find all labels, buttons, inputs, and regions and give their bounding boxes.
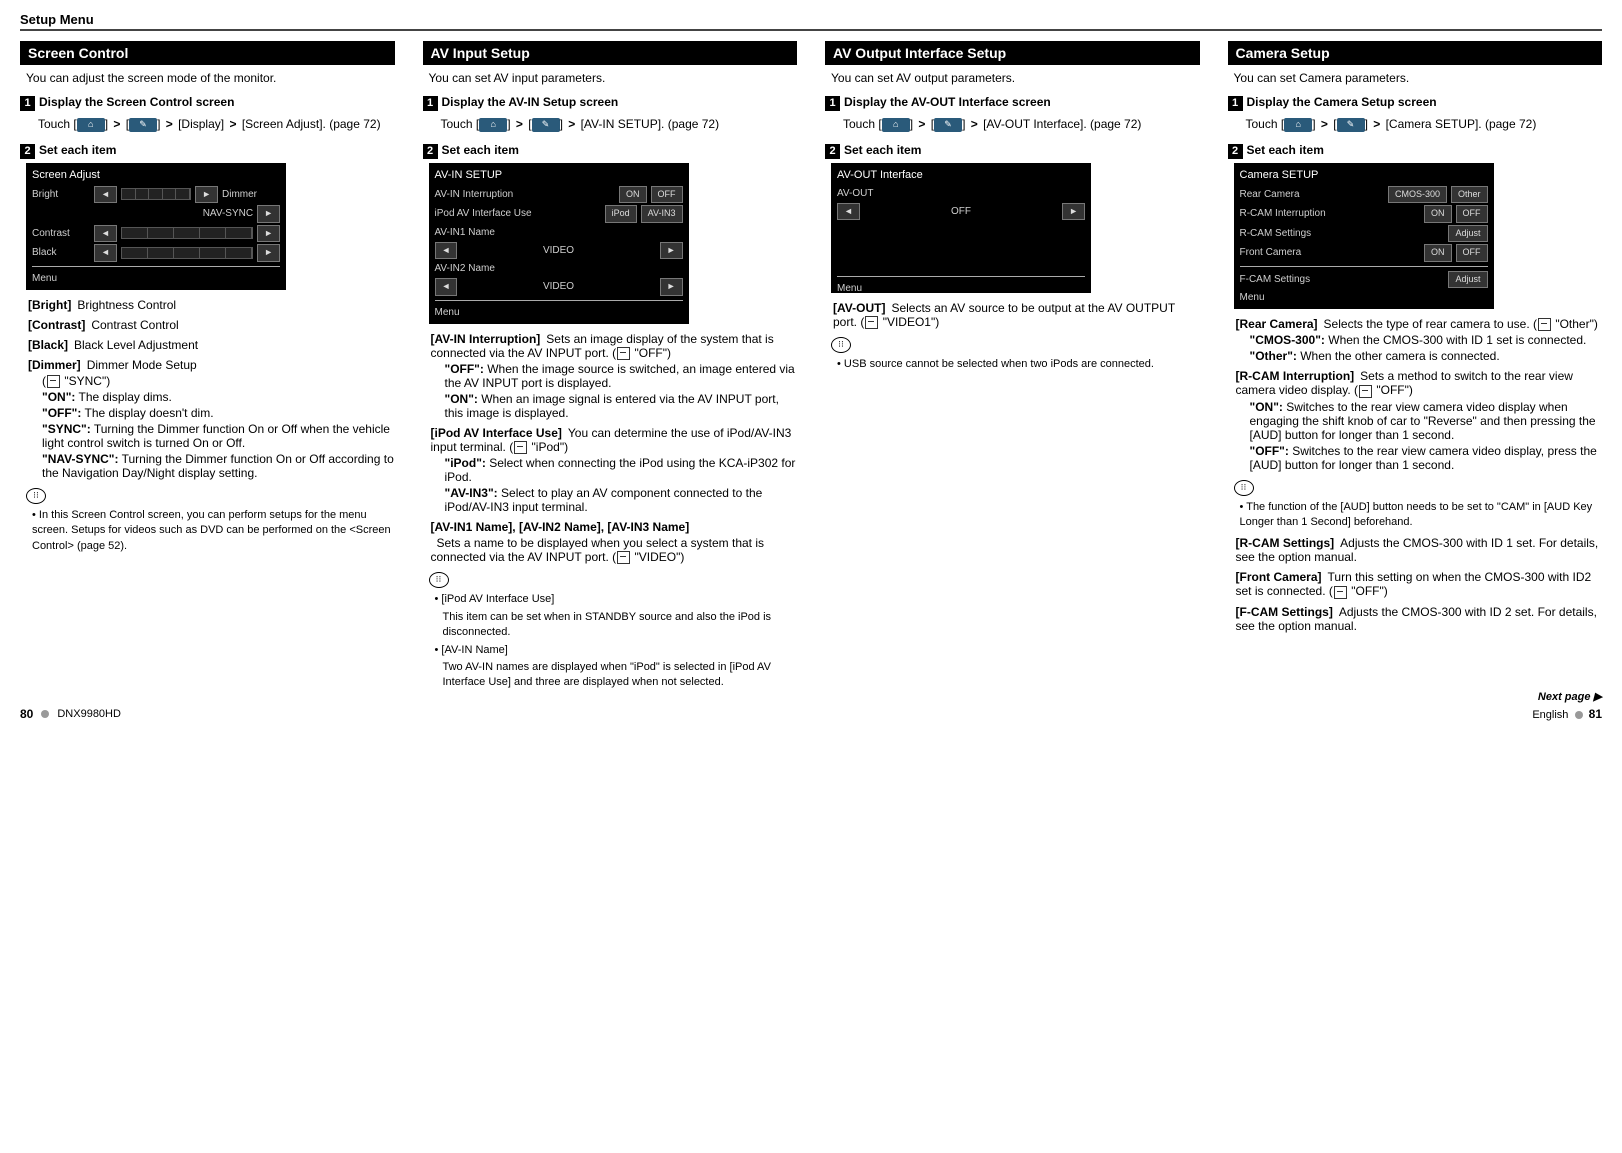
touch-instruction: Touch [⌂] > [✎] > [Display] > [Screen Ad…: [38, 115, 395, 133]
def-dimmer: [Dimmer]Dimmer Mode Setup: [28, 358, 395, 372]
step-1: 1 Display the Screen Control screen: [20, 95, 395, 111]
note-icon: ⁝⁝: [26, 488, 46, 504]
intro-text: You can adjust the screen mode of the mo…: [26, 71, 395, 85]
home-icon: ⌂: [882, 118, 910, 132]
heading-camera-setup: Camera Setup: [1228, 41, 1603, 65]
screenshot-avout: AV-OUT Interface AV-OUT ◄OFF► Menu: [831, 163, 1091, 293]
reference-icon: [1538, 318, 1551, 331]
reference-icon: [617, 347, 630, 360]
dot-icon: [41, 710, 49, 718]
def-black: [Black]Black Level Adjustment: [28, 338, 395, 352]
note-icon: ⁝⁝: [1234, 480, 1254, 496]
heading-av-output: AV Output Interface Setup: [825, 41, 1200, 65]
col-camera-setup: Camera Setup You can set Camera paramete…: [1228, 41, 1603, 693]
home-icon: ⌂: [479, 118, 507, 132]
settings-icon: ✎: [129, 118, 157, 132]
step-number-icon: 2: [423, 144, 438, 159]
dot-icon: [1575, 711, 1583, 719]
page-header: Setup Menu: [20, 12, 94, 27]
home-icon: ⌂: [1284, 118, 1312, 132]
heading-av-input: AV Input Setup: [423, 41, 798, 65]
heading-screen-control: Screen Control: [20, 41, 395, 65]
settings-icon: ✎: [1337, 118, 1365, 132]
reference-icon: [1359, 385, 1372, 398]
def-contrast: [Contrast]Contrast Control: [28, 318, 395, 332]
reference-icon: [47, 375, 60, 388]
settings-icon: ✎: [532, 118, 560, 132]
step-2-label: Set each item: [39, 143, 116, 157]
reference-icon: [865, 316, 878, 329]
step-number-icon: 2: [1228, 144, 1243, 159]
note-icon: ⁝⁝: [831, 337, 851, 353]
screenshot-avin-setup: AV-IN SETUP AV-IN InterruptionONOFF iPod…: [429, 163, 689, 324]
reference-icon: [514, 441, 527, 454]
home-icon: ⌂: [77, 118, 105, 132]
model-label: DNX9980HD: [57, 708, 121, 720]
col-av-input: AV Input Setup You can set AV input para…: [423, 41, 798, 693]
next-page-label: Next page ▶: [1532, 690, 1602, 703]
reference-icon: [1334, 586, 1347, 599]
step-number-icon: 1: [825, 96, 840, 111]
step-number-icon: 2: [825, 144, 840, 159]
page-number-right: 81: [1589, 707, 1602, 721]
step-number-icon: 2: [20, 144, 35, 159]
settings-icon: ✎: [934, 118, 962, 132]
screenshot-screen-adjust: Screen Adjust Bright◄►Dimmer NAV-SYNC► C…: [26, 163, 286, 290]
step-1-label: Display the Screen Control screen: [39, 95, 234, 109]
col-screen-control: Screen Control You can adjust the screen…: [20, 41, 395, 693]
def-bright: [Bright]Brightness Control: [28, 298, 395, 312]
note-text: In this Screen Control screen, you can p…: [32, 508, 395, 554]
top-bar: Setup Menu: [20, 12, 1602, 31]
page-number-left: 80: [20, 707, 33, 721]
note-icon: ⁝⁝: [429, 572, 449, 588]
col-av-output: AV Output Interface Setup You can set AV…: [825, 41, 1200, 693]
step-number-icon: 1: [1228, 96, 1243, 111]
step-number-icon: 1: [20, 96, 35, 111]
step-2: 2 Set each item: [20, 143, 395, 159]
footer: 80 DNX9980HD Next page ▶ English 81: [20, 690, 1602, 721]
reference-icon: [617, 551, 630, 564]
screenshot-camera-setup: Camera SETUP Rear CameraCMOS-300Other R-…: [1234, 163, 1494, 309]
step-number-icon: 1: [423, 96, 438, 111]
language-label: English: [1532, 709, 1568, 721]
